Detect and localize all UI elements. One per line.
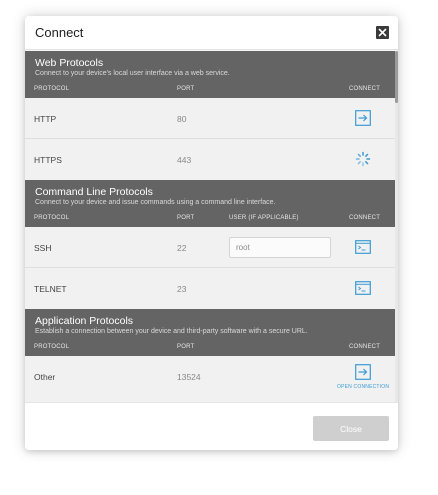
terminal-icon[interactable] [355, 280, 371, 296]
col-user: USER (IF APPLICABLE) [229, 215, 299, 221]
col-port: PORT [177, 215, 195, 221]
table-row: TELNET 23 [25, 268, 395, 309]
scroll-thumb[interactable] [395, 51, 398, 103]
section-subtitle: Establish a connection between your devi… [35, 328, 308, 335]
protocol-name: TELNET [34, 284, 67, 294]
scrollbar[interactable] [395, 51, 398, 402]
port-value: 80 [177, 114, 187, 124]
column-header: PROTOCOL PORT USER (IF APPLICABLE) CONNE… [25, 211, 395, 227]
loading-spinner-icon [355, 151, 371, 167]
col-connect: CONNECT [349, 86, 381, 92]
col-protocol: PROTOCOL [34, 215, 70, 221]
close-button[interactable]: Close [313, 416, 389, 441]
close-icon[interactable] [376, 26, 389, 39]
section-application-protocols: Application Protocols Establish a connec… [25, 309, 395, 340]
column-header: PROTOCOL PORT CONNECT [25, 82, 395, 98]
section-web-protocols: Web Protocols Connect to your device's l… [25, 51, 395, 82]
col-port: PORT [177, 86, 195, 92]
table-row: HTTP 80 [25, 98, 395, 139]
protocol-name: Other [34, 372, 56, 382]
cli-rows: SSH 22 TELNET 23 [25, 227, 395, 309]
protocol-name: SSH [34, 243, 52, 253]
dialog-title: Connect [35, 25, 84, 40]
table-row: SSH 22 [25, 227, 395, 268]
column-header: PROTOCOL PORT CONNECT [25, 340, 395, 356]
col-protocol: PROTOCOL [34, 86, 70, 92]
port-value: 22 [177, 243, 187, 253]
section-title: Application Protocols [35, 315, 134, 327]
dialog-header: Connect [25, 16, 398, 50]
web-rows: HTTP 80 HTTPS 443 [25, 98, 395, 180]
protocol-name: HTTP [34, 114, 57, 124]
col-connect: CONNECT [349, 215, 381, 221]
connect-dialog: Connect Web Protocols Connect to your de… [25, 16, 398, 450]
ssh-user-input[interactable] [229, 237, 331, 258]
port-value: 443 [177, 155, 192, 165]
table-row: HTTPS 443 [25, 139, 395, 180]
open-connection-icon[interactable] [355, 364, 371, 380]
port-value: 13524 [177, 372, 201, 382]
table-row: Other 13524 OPEN CONNECTION [25, 356, 395, 397]
col-protocol: PROTOCOL [34, 344, 70, 350]
col-connect: CONNECT [349, 344, 381, 350]
section-command-line-protocols: Command Line Protocols Connect to your d… [25, 180, 395, 211]
port-value: 23 [177, 284, 187, 294]
dialog-footer: Close [25, 402, 398, 450]
protocol-name: HTTPS [34, 155, 62, 165]
open-connection-link[interactable]: OPEN CONNECTION [337, 384, 389, 390]
col-port: PORT [177, 344, 195, 350]
open-connection-icon[interactable] [355, 110, 371, 126]
app-rows: Other 13524 OPEN CONNECTION [25, 356, 395, 397]
section-title: Command Line Protocols [35, 186, 153, 198]
terminal-icon[interactable] [355, 239, 371, 255]
section-title: Web Protocols [35, 57, 104, 69]
protocols-list[interactable]: Web Protocols Connect to your device's l… [25, 51, 395, 402]
section-subtitle: Connect to your device and issue command… [35, 199, 276, 206]
section-subtitle: Connect to your device's local user inte… [35, 70, 230, 77]
